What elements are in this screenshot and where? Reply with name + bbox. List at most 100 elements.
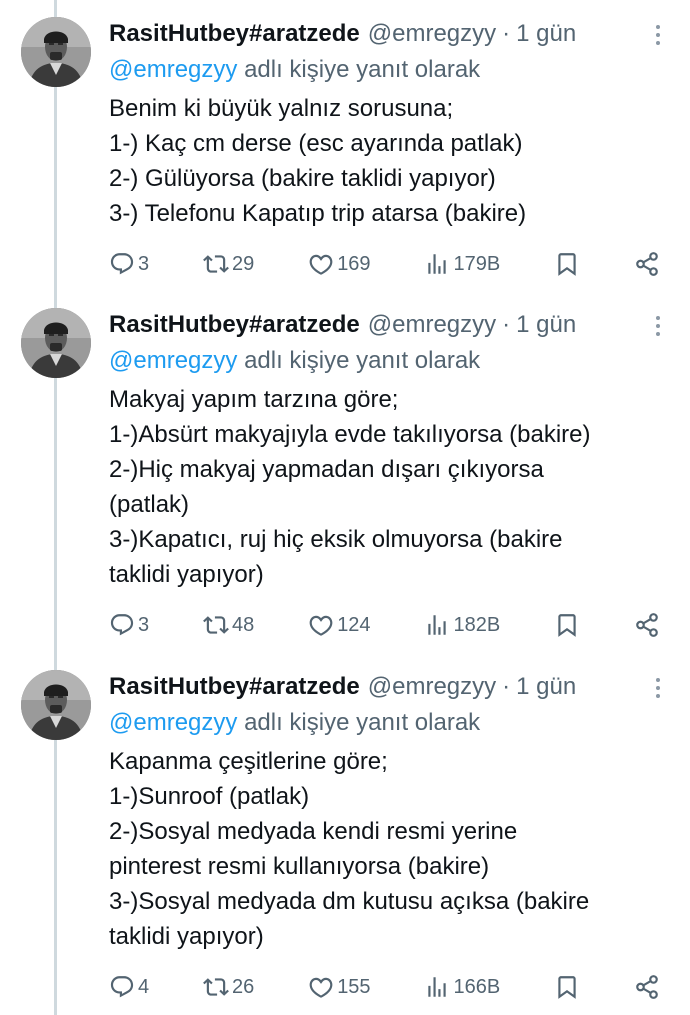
like-button[interactable]: 169: [308, 251, 371, 277]
tweet-text-line: Makyaj yapım tarzına göre;: [109, 386, 399, 413]
tweet-header: RasitHutbey#aratzede @emregzyy · 1 gün: [109, 670, 662, 704]
separator-dot: ·: [502, 20, 511, 47]
share-icon: [636, 252, 658, 276]
tweet-text-line: taklidi yapıyor): [109, 561, 264, 588]
action-bar: 3 48 124 182B: [109, 608, 660, 642]
author-handle[interactable]: @emregzyy: [368, 311, 496, 339]
reply-context-text: adlı kişiye yanıt olarak: [244, 347, 481, 374]
avatar[interactable]: [21, 17, 91, 87]
share-icon: [636, 975, 658, 999]
timestamp[interactable]: 1 gün: [516, 20, 576, 48]
tweet-header: RasitHutbey#aratzede @emregzyy · 1 gün: [109, 308, 662, 342]
action-bar: 4 26 155 166B: [109, 970, 660, 1004]
bookmark-button[interactable]: [554, 251, 580, 277]
more-vertical-icon[interactable]: [646, 314, 670, 338]
bookmark-button[interactable]: [554, 974, 580, 1000]
reply-mention-link[interactable]: @emregzyy: [109, 347, 237, 374]
heart-icon: [309, 615, 333, 636]
tweet-header: RasitHutbey#aratzede @emregzyy · 1 gün: [109, 17, 662, 51]
tweet-text: Kapanma çeşitlerine göre; 1-)Sunroof (pat…: [109, 744, 662, 954]
like-button[interactable]: 155: [308, 974, 371, 1000]
views-button[interactable]: 182B: [424, 612, 500, 638]
retweet-icon: [203, 978, 229, 996]
more-vertical-icon[interactable]: [646, 23, 670, 47]
views-icon: [428, 254, 447, 274]
tweet-text-line: pinterest resmi kullanıyorsa (bakire): [109, 853, 490, 880]
reply-icon: [110, 976, 134, 998]
tweet-text-line: 1-) Kaç cm derse (esc ayarında patlak): [109, 130, 523, 157]
reply-icon: [110, 614, 134, 636]
author-name[interactable]: RasitHutbey#aratzede: [109, 673, 360, 701]
views-button[interactable]: 179B: [424, 251, 500, 277]
author-name[interactable]: RasitHutbey#aratzede: [109, 311, 360, 339]
share-icon: [636, 613, 658, 637]
separator-dot: ·: [502, 673, 511, 700]
tweet-text-line: taklidi yapıyor): [109, 923, 264, 950]
tweet-text-line: 1-)Absürt makyajıyla evde takılıyorsa (b…: [109, 421, 591, 448]
retweet-count: 29: [232, 252, 255, 275]
reply-mention-link[interactable]: @emregzyy: [109, 709, 237, 736]
bookmark-icon: [558, 253, 576, 276]
more-vertical-icon[interactable]: [646, 676, 670, 700]
tweet-text: Benim ki büyük yalnız sorusuna; 1-) Kaç c…: [109, 91, 662, 231]
timestamp[interactable]: 1 gün: [516, 673, 576, 701]
thread-line: [54, 0, 57, 1015]
retweet-icon: [203, 255, 229, 273]
reply-count: 4: [138, 975, 150, 998]
views-count: 166B: [453, 975, 501, 998]
views-button[interactable]: 166B: [424, 974, 500, 1000]
retweet-count: 26: [232, 975, 255, 998]
bookmark-button[interactable]: [554, 612, 580, 638]
share-button[interactable]: [634, 612, 660, 638]
reply-context: @emregzyy adlı kişiye yanıt olarak: [109, 344, 662, 378]
reply-context: @emregzyy adlı kişiye yanıt olarak: [109, 706, 662, 740]
retweet-button[interactable]: 29: [203, 251, 254, 277]
reply-icon: [110, 253, 134, 275]
tweet-text-line: (patlak): [109, 491, 190, 518]
author-name[interactable]: RasitHutbey#aratzede: [109, 20, 360, 48]
like-count: 124: [337, 613, 371, 636]
tweet-text-line: 2-)Sosyal medyada kendi resmi yerine: [109, 818, 518, 845]
views-count: 179B: [453, 252, 501, 275]
retweet-count: 48: [232, 613, 255, 636]
tweet-thread: RasitHutbey#aratzede @emregzyy · 1 gün @…: [0, 0, 690, 1015]
views-count: 182B: [453, 613, 501, 636]
views-icon: [428, 977, 447, 997]
heart-icon: [309, 254, 333, 275]
reply-context-text: adlı kişiye yanıt olarak: [244, 709, 481, 736]
timestamp[interactable]: 1 gün: [516, 311, 576, 339]
like-count: 169: [337, 252, 371, 275]
retweet-button[interactable]: 48: [203, 612, 254, 638]
avatar[interactable]: [21, 670, 91, 740]
reply-mention-link[interactable]: @emregzyy: [109, 56, 237, 83]
like-count: 155: [337, 975, 371, 998]
reply-count: 3: [138, 613, 150, 636]
tweet-text-line: 2-) Gülüyorsa (bakire taklidi yapıyor): [109, 165, 496, 192]
share-button[interactable]: [634, 251, 660, 277]
reply-button[interactable]: 4: [109, 974, 149, 1000]
reply-button[interactable]: 3: [109, 251, 149, 277]
tweet-text-line: 2-)Hiç makyaj yapmadan dışarı çıkıyorsa: [109, 456, 544, 483]
avatar[interactable]: [21, 308, 91, 378]
bookmark-icon: [558, 976, 576, 999]
tweet-text-line: Benim ki büyük yalnız sorusuna;: [109, 95, 454, 122]
action-bar: 3 29 169 179B: [109, 247, 660, 281]
retweet-button[interactable]: 26: [203, 974, 254, 1000]
tweet-text-line: 3-)Kapatıcı, ruj hiç eksik olmuyorsa (ba…: [109, 526, 563, 553]
reply-context-text: adlı kişiye yanıt olarak: [244, 56, 481, 83]
separator-dot: ·: [502, 311, 511, 338]
author-handle[interactable]: @emregzyy: [368, 673, 496, 701]
tweet-text-line: 3-)Sosyal medyada dm kutusu açıksa (baki…: [109, 888, 590, 915]
views-icon: [428, 615, 447, 635]
reply-context: @emregzyy adlı kişiye yanıt olarak: [109, 53, 662, 87]
reply-button[interactable]: 3: [109, 612, 149, 638]
tweet-text: Makyaj yapım tarzına göre; 1-)Absürt maky…: [109, 382, 662, 592]
reply-count: 3: [138, 252, 150, 275]
share-button[interactable]: [634, 974, 660, 1000]
tweet-text-line: Kapanma çeşitlerine göre;: [109, 748, 388, 775]
retweet-icon: [203, 616, 229, 634]
author-handle[interactable]: @emregzyy: [368, 20, 496, 48]
like-button[interactable]: 124: [308, 612, 371, 638]
tweet-text-line: 3-) Telefonu Kapatıp trip atarsa (bakire…: [109, 200, 527, 227]
tweet-text-line: 1-)Sunroof (patlak): [109, 783, 310, 810]
